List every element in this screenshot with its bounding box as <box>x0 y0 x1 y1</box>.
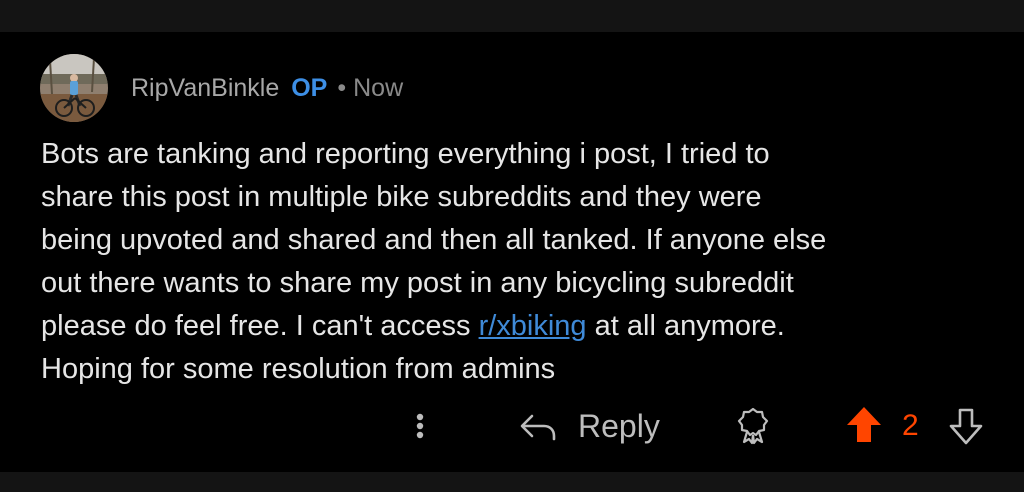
comment-line-5-start: please do feel free. I can't access <box>41 310 479 342</box>
comment-body: Bots are tanking and reporting everythin… <box>41 133 1001 391</box>
subreddit-link[interactable]: r/xbiking <box>479 310 587 342</box>
downvote-arrow-icon <box>949 408 983 445</box>
reply-button[interactable]: Reply <box>518 404 660 448</box>
comment-line-1: Bots are tanking and reporting everythin… <box>41 138 770 170</box>
vote-score: 2 <box>902 409 919 442</box>
upvote-button[interactable] <box>844 404 884 451</box>
avatar-photo-cyclist <box>40 54 108 122</box>
comment-actions: Reply 2 <box>0 398 1024 454</box>
comment-line-2: share this post in multiple bike subredd… <box>41 181 762 213</box>
op-badge: OP <box>291 73 328 102</box>
separator-dot: • <box>337 73 347 102</box>
downvote-button[interactable] <box>946 406 986 453</box>
comment-line-3: being upvoted and shared and then all ta… <box>41 224 827 256</box>
avatar[interactable] <box>40 54 108 122</box>
top-divider-strip <box>0 0 1024 32</box>
comment-line-6: Hoping for some resolution from admins <box>41 353 556 385</box>
bottom-divider-strip <box>0 472 1024 492</box>
kebab-vertical-icon <box>416 413 424 439</box>
reply-arrow-icon <box>520 414 556 441</box>
more-options-button[interactable] <box>408 406 432 446</box>
comment-header: RipVanBinkle OP • Now <box>131 72 403 104</box>
timestamp: Now <box>353 73 404 102</box>
award-icon <box>737 407 769 445</box>
comment-line-4: out there wants to share my post in any … <box>41 267 794 299</box>
username-link[interactable]: RipVanBinkle <box>131 74 279 103</box>
reply-label: Reply <box>578 407 660 444</box>
award-button[interactable] <box>735 405 771 450</box>
comment-line-5-end: at all anymore. <box>586 310 785 342</box>
upvote-arrow-icon <box>847 407 881 442</box>
